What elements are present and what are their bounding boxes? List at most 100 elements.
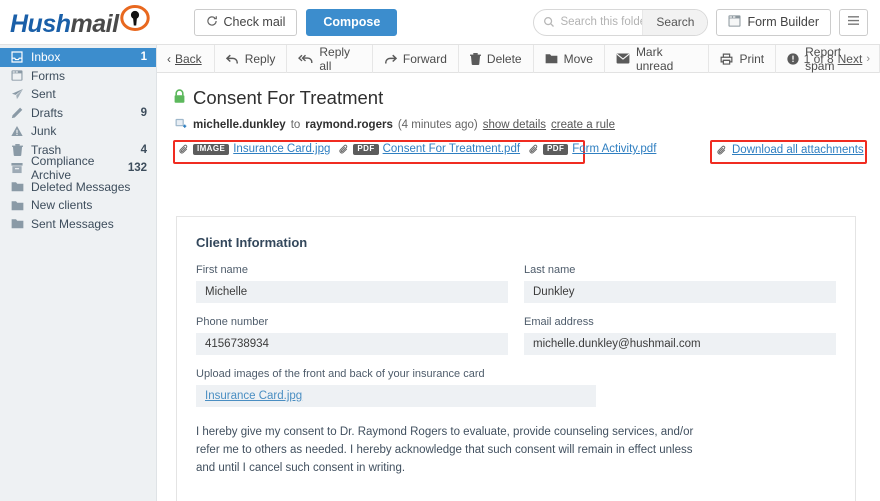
show-details-link[interactable]: show details	[483, 119, 546, 131]
form-section-title: Client Information	[196, 235, 308, 250]
attachment-type-badge: IMAGE	[193, 143, 230, 155]
folder-icon	[10, 200, 24, 211]
attachment-link[interactable]: Form Activity.pdf	[572, 143, 656, 155]
toolbar-item-label: Reply	[244, 51, 276, 66]
toolbar-item-label: Delete	[486, 51, 522, 66]
sidebar-item-label: Inbox	[31, 50, 61, 65]
folder-icon	[10, 181, 24, 192]
toolbar-forward-button[interactable]: Forward	[373, 44, 459, 73]
attachment-item[interactable]: PDF Consent For Treatment.pdf	[339, 143, 520, 155]
toolbar-mark-unread-button[interactable]: Mark unread	[605, 44, 710, 73]
printer-icon	[720, 53, 733, 65]
toolbar-item-label: Reply all	[319, 44, 351, 73]
search-button[interactable]: Search	[642, 9, 708, 35]
toolbar-print-button[interactable]: Print	[709, 44, 777, 73]
sidebar-item-label: Drafts	[31, 105, 64, 120]
sent-icon	[10, 88, 24, 100]
hushmail-app: Hush mail Check mail Compose Search this…	[0, 0, 880, 501]
search-icon	[534, 16, 560, 28]
toolbar-item-label: Print	[739, 51, 765, 66]
form-builder-label: Form Builder	[747, 15, 819, 29]
form-card: Client Information First name Michelle L…	[176, 216, 856, 501]
toolbar-delete-button[interactable]: Delete	[459, 44, 534, 73]
hamburger-icon	[847, 15, 860, 29]
search-box[interactable]: Search	[533, 8, 709, 36]
last-name-label: Last name	[524, 264, 576, 276]
warning-icon	[10, 125, 24, 137]
back-button[interactable]: ‹ Back	[157, 44, 215, 73]
phone-label: Phone number	[196, 316, 269, 328]
logo-text-hush: Hush	[10, 9, 71, 38]
folder-icon	[545, 53, 558, 64]
sidebar-item-sent-messages[interactable]: Sent Messages	[0, 215, 156, 234]
phone-value[interactable]: 4156738934	[196, 333, 508, 355]
toolbar-reply-all-button[interactable]: Reply all	[287, 44, 373, 73]
pagination: 1 of 8 Next ›	[804, 52, 870, 66]
archive-icon	[10, 162, 24, 174]
first-name-value[interactable]: Michelle	[196, 281, 508, 303]
uploaded-file-link[interactable]: Insurance Card.jpg	[205, 390, 302, 402]
sidebar: Inbox 1 Forms Sent Drafts 9 Junk Trash 4 Complian…	[0, 45, 157, 501]
sidebar-item-compliance-archive[interactable]: Compliance Archive 132	[0, 154, 156, 182]
lock-icon	[173, 87, 186, 109]
sidebar-item-count: 132	[127, 162, 147, 175]
envelope-icon	[616, 53, 630, 64]
reply-icon	[225, 53, 239, 65]
attachment-type-badge: PDF	[353, 143, 379, 155]
sidebar-item-sent[interactable]: Sent	[0, 85, 156, 104]
sender-name: michelle.dunkley	[193, 119, 286, 131]
toolbar-move-button[interactable]: Move	[534, 44, 605, 73]
attachment-link[interactable]: Consent For Treatment.pdf	[383, 143, 520, 155]
email-value[interactable]: michelle.dunkley@hushmail.com	[524, 333, 836, 355]
attachment-type-badge: PDF	[543, 143, 569, 155]
first-name-label: First name	[196, 264, 248, 276]
forms-icon	[10, 70, 24, 81]
attachment-item[interactable]: IMAGE Insurance Card.jpg	[179, 143, 330, 155]
back-label: Back	[175, 51, 202, 66]
compose-button[interactable]: Compose	[306, 8, 398, 36]
toolbar-item-label: Move	[563, 51, 593, 66]
sidebar-item-junk[interactable]: Junk	[0, 122, 156, 141]
upload-label: Upload images of the front and back of y…	[196, 368, 485, 380]
toolbar-reply-button[interactable]: Reply	[215, 44, 288, 73]
upload-value-box[interactable]: Insurance Card.jpg	[196, 385, 596, 407]
toolbar-item-label: Forward	[402, 51, 447, 66]
sidebar-item-new-clients[interactable]: New clients	[0, 196, 156, 215]
form-builder-icon	[728, 14, 741, 30]
reply-all-icon	[298, 53, 313, 65]
sidebar-item-label: Deleted Messages	[31, 179, 131, 194]
first-name-field: First name Michelle	[196, 264, 508, 303]
trash-icon	[10, 143, 24, 156]
refresh-icon	[206, 15, 218, 30]
pencil-icon	[10, 107, 24, 119]
last-name-field: Last name Dunkley	[524, 264, 836, 303]
pager-text: 1 of 8	[803, 51, 834, 66]
attachment-item[interactable]: PDF Form Activity.pdf	[529, 143, 656, 155]
download-all-attachments[interactable]: Download all attachments	[717, 144, 864, 156]
sidebar-item-deleted-messages[interactable]: Deleted Messages	[0, 178, 156, 197]
paperclip-icon	[717, 145, 727, 156]
search-input[interactable]	[560, 16, 643, 28]
hushmail-logo[interactable]: Hush mail	[10, 4, 150, 39]
sidebar-item-drafts[interactable]: Drafts 9	[0, 104, 156, 123]
top-bar-right: Search Form Builder	[533, 8, 868, 36]
attachment-list: IMAGE Insurance Card.jpg PDF Consent For Tr…	[179, 143, 656, 155]
email-label: Email address	[524, 316, 594, 328]
menu-button[interactable]	[839, 8, 868, 36]
next-button[interactable]: Next	[838, 52, 863, 66]
toolbar-actions: Reply Reply all Forward Delete Move Mark unre…	[215, 44, 880, 73]
email-field: Email address michelle.dunkley@hushmail.…	[524, 316, 836, 355]
sidebar-item-forms[interactable]: Forms	[0, 67, 156, 86]
create-rule-link[interactable]: create a rule	[551, 119, 615, 131]
paperclip-icon	[179, 144, 189, 155]
sidebar-item-label: Junk	[31, 124, 57, 139]
check-mail-button[interactable]: Check mail	[193, 8, 298, 36]
sidebar-item-inbox[interactable]: Inbox 1	[0, 48, 156, 67]
attachment-link[interactable]: Insurance Card.jpg	[233, 143, 330, 155]
attachment-row: IMAGE Insurance Card.jpg PDF Consent For Tr…	[157, 140, 880, 164]
download-all-link[interactable]: Download all attachments	[732, 144, 864, 156]
sidebar-item-label: Compliance Archive	[31, 154, 95, 183]
form-builder-button[interactable]: Form Builder	[716, 8, 831, 36]
message-subject: Consent For Treatment	[157, 73, 880, 109]
last-name-value[interactable]: Dunkley	[524, 281, 836, 303]
